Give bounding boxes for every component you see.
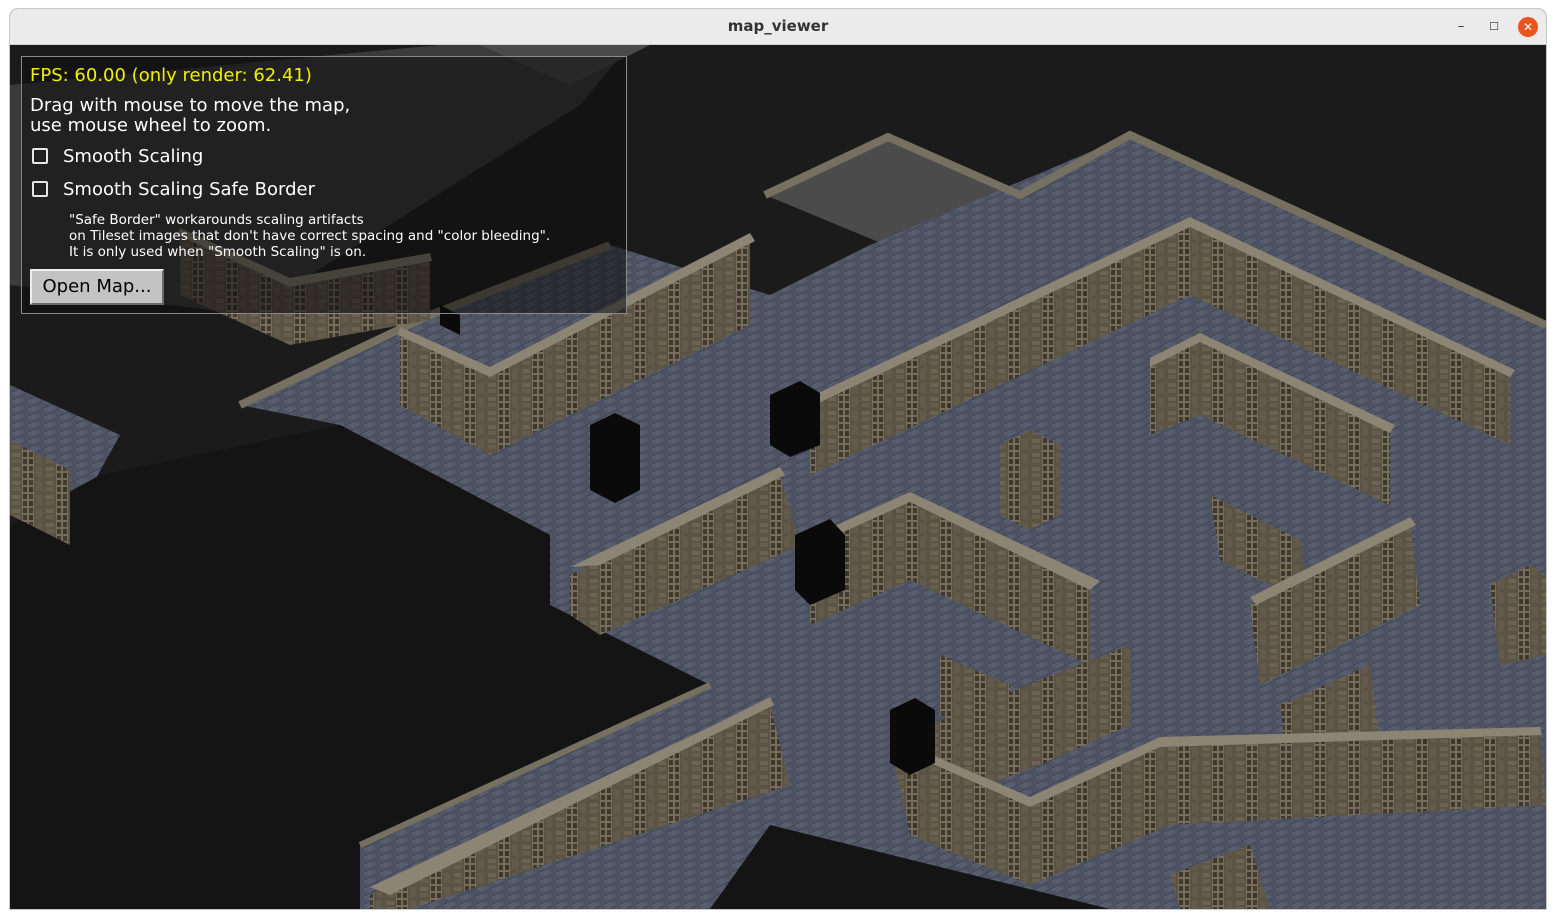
app-window: map_viewer – ☐ ✕ FPS: 60.00 (only render…	[10, 9, 1546, 909]
safe-border-note: "Safe Border" workarounds scaling artifa…	[69, 212, 550, 260]
map-viewport[interactable]: FPS: 60.00 (only render: 62.41) Drag wit…	[10, 45, 1546, 909]
maximize-icon[interactable]: ☐	[1484, 17, 1504, 37]
help-line-1: Drag with mouse to move the map,	[30, 95, 351, 116]
close-icon[interactable]: ✕	[1518, 17, 1538, 37]
open-map-button[interactable]: Open Map...	[30, 269, 164, 305]
note-line-2: on Tileset images that don't have correc…	[69, 228, 551, 244]
title-bar[interactable]: map_viewer – ☐ ✕	[10, 9, 1546, 45]
window-title: map_viewer	[727, 17, 829, 35]
smooth-scaling-checkbox[interactable]	[32, 148, 48, 164]
smooth-scaling-label[interactable]: Smooth Scaling	[63, 146, 203, 168]
note-line-3: It is only used when "Smooth Scaling" is…	[69, 244, 367, 260]
safe-border-label[interactable]: Smooth Scaling Safe Border	[63, 179, 315, 201]
settings-panel: FPS: 60.00 (only render: 62.41) Drag wit…	[21, 56, 627, 314]
note-line-1: "Safe Border" workarounds scaling artifa…	[69, 212, 364, 228]
fps-readout: FPS: 60.00 (only render: 62.41)	[30, 65, 312, 86]
help-text: Drag with mouse to move the map, use mou…	[30, 96, 350, 136]
help-line-2: use mouse wheel to zoom.	[30, 115, 272, 136]
safe-border-checkbox[interactable]	[32, 181, 48, 197]
minimize-icon[interactable]: –	[1451, 17, 1471, 37]
